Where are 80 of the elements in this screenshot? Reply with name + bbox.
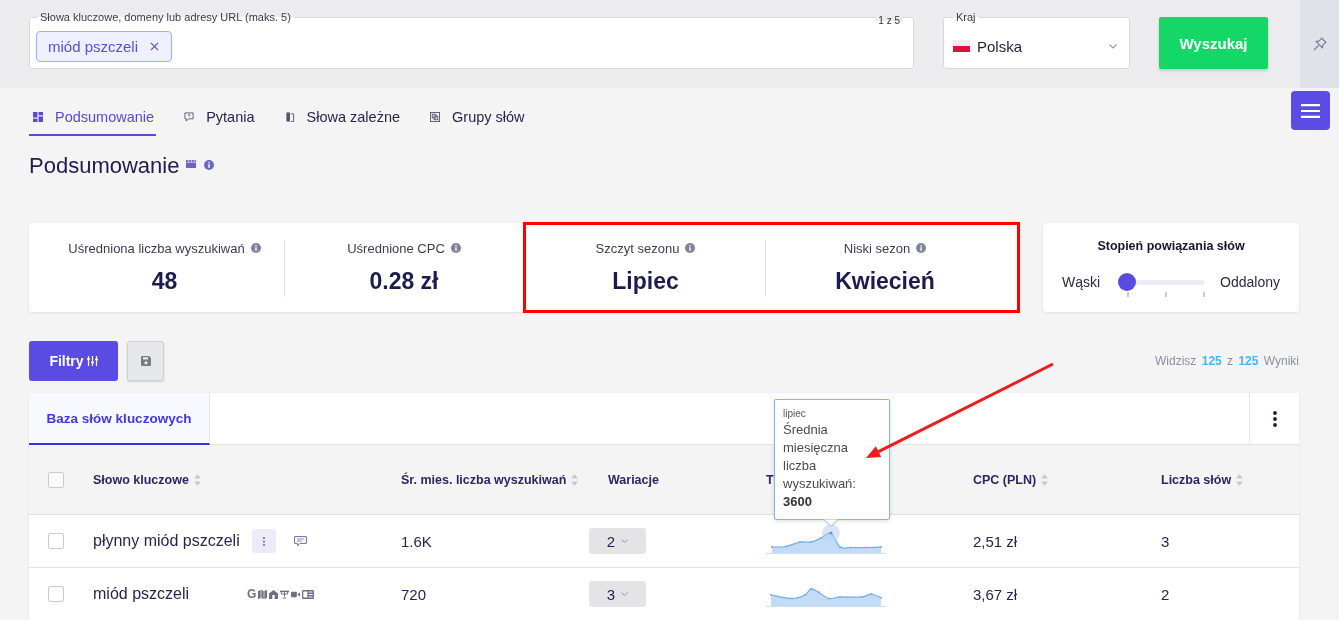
country-select[interactable]: Kraj Polska: [943, 11, 1130, 69]
variations-dropdown[interactable]: 2: [589, 528, 646, 554]
info-icon[interactable]: [450, 243, 461, 253]
slider-min-label: Wąski: [1061, 273, 1101, 291]
speech-bubble-icon[interactable]: [294, 535, 307, 547]
slider-tick: [1127, 292, 1129, 297]
group-icon: [430, 112, 441, 122]
info-icon[interactable]: [916, 243, 927, 253]
sort-icon: [193, 473, 201, 486]
stat-value: Lipiec: [612, 267, 679, 295]
stat-label: Niski sezon: [843, 240, 911, 256]
tab[interactable]: Słowa zależne: [280, 100, 403, 136]
candelabra-icon: [280, 589, 290, 599]
chat-bubble-icon: [184, 112, 195, 122]
keyword-chip[interactable]: miód pszczeli: [36, 31, 173, 62]
row-checkbox[interactable]: [48, 586, 64, 602]
column-header: T: [766, 472, 774, 487]
close-icon[interactable]: [150, 42, 160, 51]
house-icon: [269, 589, 279, 599]
chevron-down-icon: [621, 592, 629, 596]
column-header[interactable]: Liczba słów: [1161, 472, 1244, 487]
stat-value: 48: [151, 267, 178, 295]
column-header: Wariacje: [608, 472, 659, 487]
stat-label: Uśredniona liczba wyszukiwań: [68, 240, 245, 256]
row-checkbox[interactable]: [48, 533, 64, 549]
column-header[interactable]: Słowo kluczowe: [93, 472, 201, 487]
results-count: Widzisz 125 z 125 Wyniki: [1155, 354, 1299, 368]
chip-label: miód pszczeli: [48, 38, 139, 55]
info-icon[interactable]: [685, 243, 696, 253]
stat-label: Uśrednione CPC: [347, 240, 445, 256]
video-camera-icon: [291, 589, 301, 599]
clapperboard-icon: [186, 159, 197, 168]
stat-value: 0.28 zł: [369, 267, 439, 295]
document-icon: [284, 112, 295, 122]
table-cell: 3: [1161, 532, 1170, 550]
menu-icon: [1301, 103, 1320, 118]
table-cell: 3,67 zł: [973, 585, 1018, 603]
tooltip-text: Średnia miesięczna liczba wyszukiwań: 3600: [783, 420, 857, 511]
menu-button[interactable]: [1291, 91, 1330, 130]
kebab-icon: [1272, 410, 1277, 427]
stat-label: Szczyt sezonu: [595, 240, 680, 256]
page-title: Podsumowanie: [29, 152, 180, 180]
sort-icon: [1041, 473, 1049, 486]
sort-icon: [1236, 473, 1244, 486]
variations-dropdown[interactable]: 3: [589, 581, 646, 607]
slider-tick: [1165, 292, 1167, 297]
keyword-search-field[interactable]: Słowa kluczowe, domeny lub adresy URL (maks. 5) 1 z 5 miód pszczeli: [29, 11, 914, 69]
chevron-down-icon: [1109, 43, 1117, 49]
info-icon[interactable]: [250, 243, 261, 253]
flag-icon: [953, 40, 970, 52]
table-cell: 720: [401, 585, 427, 603]
tab[interactable]: Pytania: [180, 100, 257, 136]
table-tab[interactable]: Baza słów kluczowych: [29, 393, 210, 445]
chevron-down-icon: [621, 539, 629, 543]
tab[interactable]: Podsumowanie: [29, 100, 157, 136]
table-cell: 2,51 zł: [973, 532, 1018, 550]
column-header[interactable]: Śr. mies. liczba wyszukiwań: [401, 472, 579, 487]
sort-icon: [571, 473, 579, 486]
table-cell: 2: [1161, 585, 1170, 603]
tooltip-title: lipiec: [783, 406, 807, 421]
sliders-icon: [86, 356, 98, 366]
pin-icon[interactable]: [1312, 37, 1327, 51]
tab[interactable]: Grupy słów: [426, 100, 527, 136]
filter-button[interactable]: Filtry: [29, 341, 118, 381]
slider-thumb[interactable]: [1118, 273, 1137, 291]
map-icon: [258, 589, 268, 599]
keyword-counter: 1 z 5: [875, 15, 903, 27]
slider-max-label: Oddalony: [1220, 273, 1281, 291]
keyword-text[interactable]: płynny miód pszczeli: [93, 532, 243, 550]
select-all-checkbox[interactable]: [48, 471, 64, 488]
feature-letter: G: [247, 588, 257, 600]
slider-tick: [1203, 292, 1205, 297]
dashboard-icon: [33, 112, 43, 122]
column-header[interactable]: CPC (PLN): [973, 472, 1049, 487]
table-cell: 1.6K: [401, 532, 432, 550]
keyword-text[interactable]: miód pszczeli: [93, 585, 243, 603]
stat-value: Kwiecień: [835, 267, 935, 295]
save-button[interactable]: [127, 341, 164, 381]
relevance-title: Stopień powiązania słów: [1097, 238, 1245, 254]
info-icon[interactable]: [204, 159, 215, 170]
